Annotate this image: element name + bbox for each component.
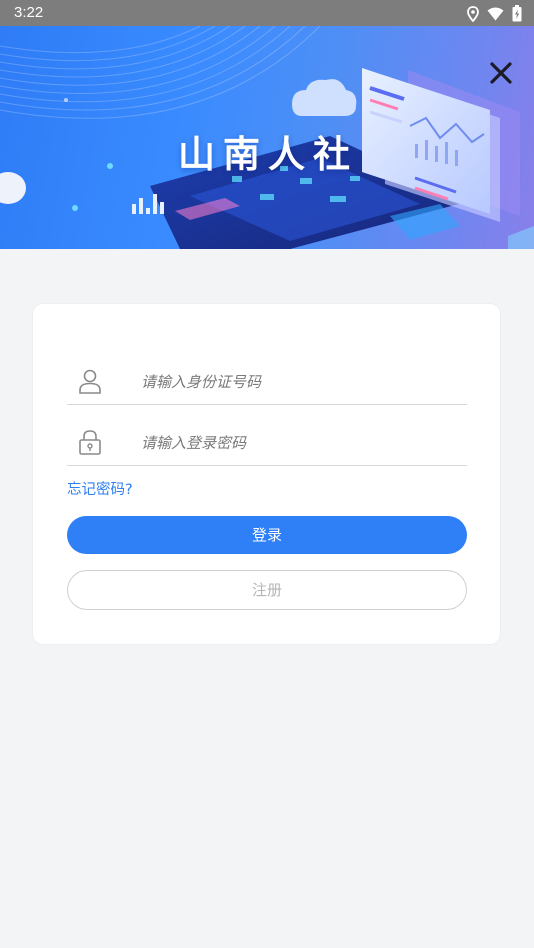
wifi-icon: [487, 7, 504, 20]
user-icon: [79, 369, 101, 394]
status-time: 3:22: [14, 4, 44, 21]
close-icon: [490, 62, 512, 84]
register-button[interactable]: 注册: [67, 570, 467, 610]
password-field: [67, 425, 467, 466]
status-bar: 3:22: [0, 0, 534, 26]
lock-icon: [79, 430, 101, 455]
forgot-password-link[interactable]: 忘记密码?: [67, 478, 133, 499]
close-button[interactable]: [488, 60, 514, 86]
app-title: 山南人社: [178, 133, 358, 176]
login-button[interactable]: 登录: [67, 516, 467, 554]
header-banner: 山南人社: [0, 26, 534, 249]
login-card: 忘记密码? 登录 注册: [33, 304, 500, 644]
password-input[interactable]: [139, 427, 463, 459]
battery-icon: [512, 5, 522, 22]
id-number-input[interactable]: [139, 366, 463, 398]
location-icon: [467, 5, 479, 22]
id-number-field: [67, 364, 467, 405]
status-icons: [467, 5, 522, 22]
